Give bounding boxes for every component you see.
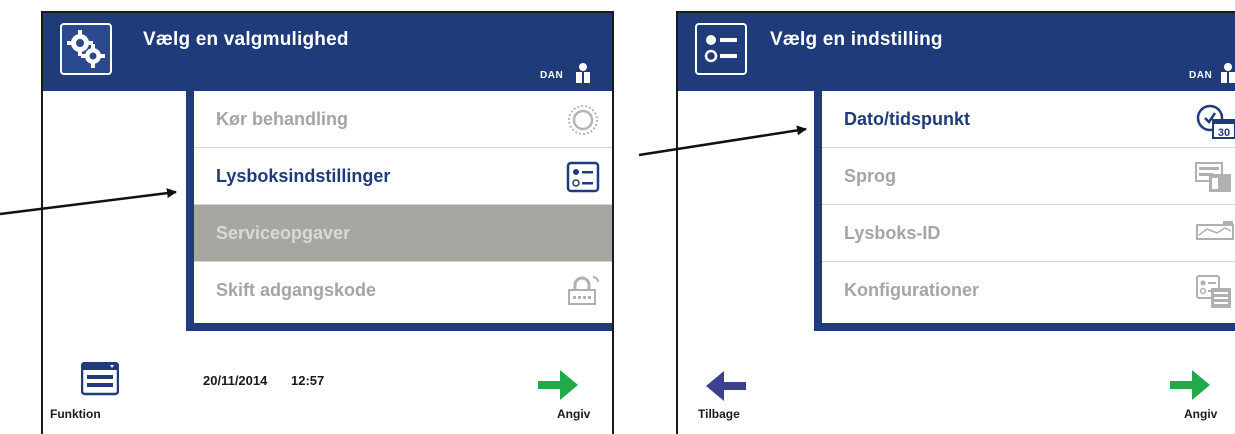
enter-button-label[interactable]: Angiv bbox=[1184, 407, 1217, 421]
user-icon bbox=[576, 63, 590, 83]
calendar-day-text: 30 bbox=[1218, 127, 1230, 139]
settings-list-icon bbox=[695, 23, 747, 75]
menu-item-date-time[interactable]: Dato/tidspunkt 30 bbox=[822, 91, 1235, 148]
gears-icon bbox=[60, 23, 112, 75]
configuration-icon bbox=[1196, 275, 1231, 308]
menu-item-run-treatment[interactable]: Kør behandling bbox=[194, 91, 612, 148]
menu-item-configurations[interactable]: Konfigurationer bbox=[822, 262, 1235, 319]
menu-item-change-password[interactable]: Skift adgangskode bbox=[194, 262, 612, 319]
menu-item-label: Serviceopgaver bbox=[216, 223, 351, 243]
function-menu-icon[interactable] bbox=[81, 362, 119, 396]
menu-item-language[interactable]: Sprog bbox=[822, 148, 1235, 205]
user-icon bbox=[1221, 63, 1235, 83]
menu-item-label: Lysboksindstillinger bbox=[216, 166, 391, 186]
menu-item-label: Dato/tidspunkt bbox=[844, 109, 970, 129]
menu-item-lightbox-id[interactable]: Lysboks-ID bbox=[822, 205, 1235, 262]
settings-menu: Dato/tidspunkt 30 Sprog Lysboks-ID Konfi… bbox=[814, 91, 1235, 331]
left-header: Vælg en valgmulighed DAN bbox=[43, 13, 612, 91]
function-button-label[interactable]: Funktion bbox=[50, 407, 101, 421]
language-indicator: DAN bbox=[1189, 70, 1213, 81]
back-button-label[interactable]: Tilbage bbox=[698, 407, 740, 421]
language-icon bbox=[1195, 162, 1231, 192]
menu-item-service-tasks[interactable]: Serviceopgaver bbox=[194, 205, 612, 262]
left-screen: Vælg en valgmulighed DAN Kør behandling … bbox=[41, 11, 614, 434]
settings-list-icon bbox=[566, 161, 600, 193]
right-header: Vælg en indstilling DAN bbox=[678, 13, 1235, 91]
enter-button-label[interactable]: Angiv bbox=[557, 407, 590, 421]
calendar-clock-icon: 30 bbox=[1196, 104, 1235, 139]
options-menu: Kør behandling Lysboksindstillinger Serv… bbox=[186, 91, 612, 331]
right-screen: Vælg en indstilling DAN Dato/tidspunkt 3… bbox=[676, 11, 1235, 434]
back-arrow-icon[interactable] bbox=[704, 368, 748, 404]
menu-item-label: Konfigurationer bbox=[844, 280, 979, 300]
sun-icon bbox=[568, 105, 598, 135]
language-indicator: DAN bbox=[540, 70, 564, 81]
page-title: Vælg en indstilling bbox=[770, 29, 943, 50]
menu-item-label: Lysboks-ID bbox=[844, 223, 941, 243]
menu-item-lightbox-settings[interactable]: Lysboksindstillinger bbox=[194, 148, 612, 205]
time-display: 12:57 bbox=[291, 373, 325, 388]
menu-item-label: Kør behandling bbox=[216, 109, 348, 129]
page-title: Vælg en valgmulighed bbox=[143, 29, 349, 50]
lightbox-id-icon bbox=[1196, 221, 1234, 240]
lock-icon bbox=[568, 276, 599, 305]
menu-item-label: Skift adgangskode bbox=[216, 280, 377, 300]
date-display: 20/11/2014 bbox=[203, 373, 268, 388]
enter-arrow-icon[interactable] bbox=[1168, 366, 1212, 404]
enter-arrow-icon[interactable] bbox=[536, 366, 580, 404]
menu-item-label: Sprog bbox=[844, 166, 896, 186]
